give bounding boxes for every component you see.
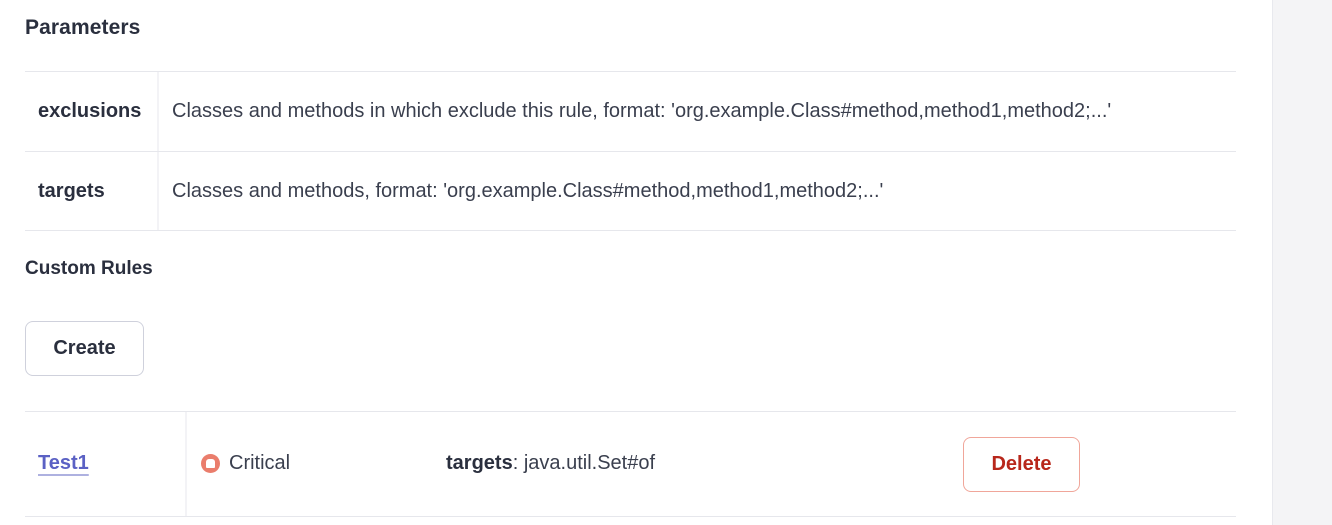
rule-param-separator: : bbox=[512, 452, 524, 474]
severity-label: Critical bbox=[229, 452, 291, 474]
main-content: Parameters exclusions Classes and method… bbox=[0, 0, 1272, 525]
delete-rule-button[interactable]: Delete bbox=[963, 437, 1080, 492]
parameter-name: exclusions bbox=[38, 100, 142, 122]
parameters-heading: Parameters bbox=[25, 16, 141, 39]
custom-rules-heading: Custom Rules bbox=[25, 258, 153, 279]
rule-param-key: targets bbox=[446, 452, 513, 474]
custom-rules-table: Test1 Critical targets: java.util.Set#of… bbox=[25, 411, 1236, 517]
rule-param-value: java.util.Set#of bbox=[523, 452, 656, 474]
parameter-name: targets bbox=[38, 179, 105, 202]
column-divider bbox=[185, 412, 187, 516]
parameter-description: Classes and methods, format: 'org.exampl… bbox=[172, 179, 884, 202]
parameters-table: exclusions Classes and methods in which … bbox=[25, 71, 1236, 231]
column-divider bbox=[157, 72, 159, 151]
severity-indicator: Critical bbox=[201, 452, 290, 475]
parameter-row: targets Classes and methods, format: 'or… bbox=[25, 152, 1236, 231]
parameter-description: Classes and methods in which exclude thi… bbox=[172, 100, 1112, 122]
rule-name-link[interactable]: Test1 bbox=[38, 452, 89, 475]
rule-parameters: targets: java.util.Set#of bbox=[446, 452, 655, 475]
critical-severity-icon bbox=[201, 454, 220, 473]
create-rule-button[interactable]: Create bbox=[25, 321, 144, 376]
parameter-row: exclusions Classes and methods in which … bbox=[25, 72, 1236, 152]
right-side-panel bbox=[1272, 0, 1332, 525]
column-divider bbox=[157, 152, 159, 230]
